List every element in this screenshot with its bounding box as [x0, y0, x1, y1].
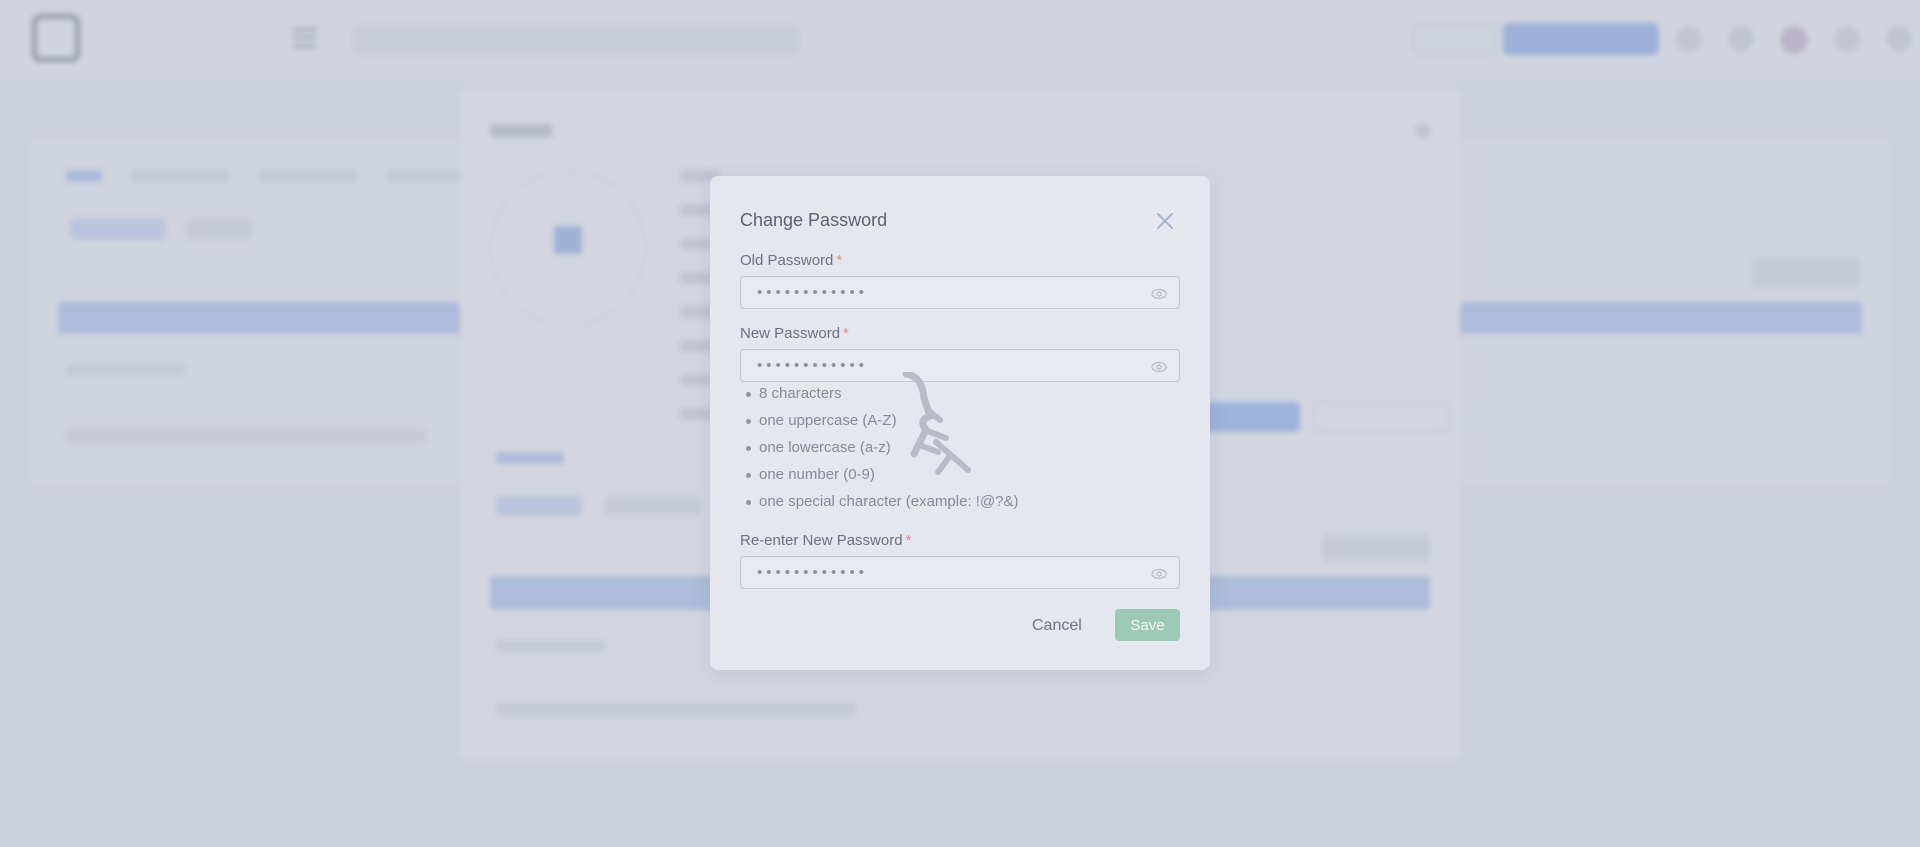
- password-rule: one uppercase (A-Z): [746, 411, 1019, 438]
- password-rule-text: one number (0-9): [759, 466, 875, 483]
- reenter-password-value: ••••••••••••: [757, 564, 869, 581]
- old-password-label: Old Password *: [740, 252, 842, 269]
- bullet-icon: [746, 500, 751, 505]
- password-rule-text: one lowercase (a-z): [759, 439, 891, 456]
- bullet-icon: [746, 446, 751, 451]
- reenter-password-label-text: Re-enter New Password: [740, 532, 903, 549]
- bullet-icon: [746, 419, 751, 424]
- required-mark: *: [905, 532, 912, 549]
- new-password-value: ••••••••••••: [757, 357, 869, 374]
- eye-icon[interactable]: [1151, 360, 1167, 374]
- old-password-value: ••••••••••••: [757, 284, 869, 301]
- save-button[interactable]: Save: [1115, 609, 1180, 641]
- cancel-button[interactable]: Cancel: [1032, 610, 1082, 642]
- required-mark: *: [836, 252, 843, 269]
- old-password-label-text: Old Password: [740, 252, 834, 269]
- password-rule: one lowercase (a-z): [746, 438, 1019, 465]
- reenter-password-label: Re-enter New Password *: [740, 532, 911, 549]
- close-icon[interactable]: [1154, 210, 1176, 232]
- new-password-label: New Password *: [740, 325, 849, 342]
- reenter-password-field[interactable]: ••••••••••••: [740, 556, 1180, 589]
- required-mark: *: [843, 325, 849, 342]
- password-rule-text: one special character (example: !@?&): [759, 493, 1019, 510]
- password-rule: one number (0-9): [746, 465, 1019, 492]
- password-rule-text: 8 characters: [759, 385, 842, 402]
- password-rule: 8 characters: [746, 384, 1019, 411]
- new-password-label-text: New Password: [740, 325, 841, 342]
- dialog-title: Change Password: [740, 210, 888, 230]
- password-rules-list: 8 characters one uppercase (A-Z) one low…: [746, 384, 1019, 519]
- eye-icon[interactable]: [1151, 567, 1167, 581]
- eye-icon[interactable]: [1151, 287, 1167, 301]
- loading-icon: [902, 372, 971, 475]
- bullet-icon: [746, 473, 751, 478]
- bullet-icon: [746, 392, 751, 397]
- old-password-field[interactable]: ••••••••••••: [740, 276, 1180, 309]
- password-rule: one special character (example: !@?&): [746, 492, 1019, 519]
- password-rule-text: one uppercase (A-Z): [759, 412, 897, 429]
